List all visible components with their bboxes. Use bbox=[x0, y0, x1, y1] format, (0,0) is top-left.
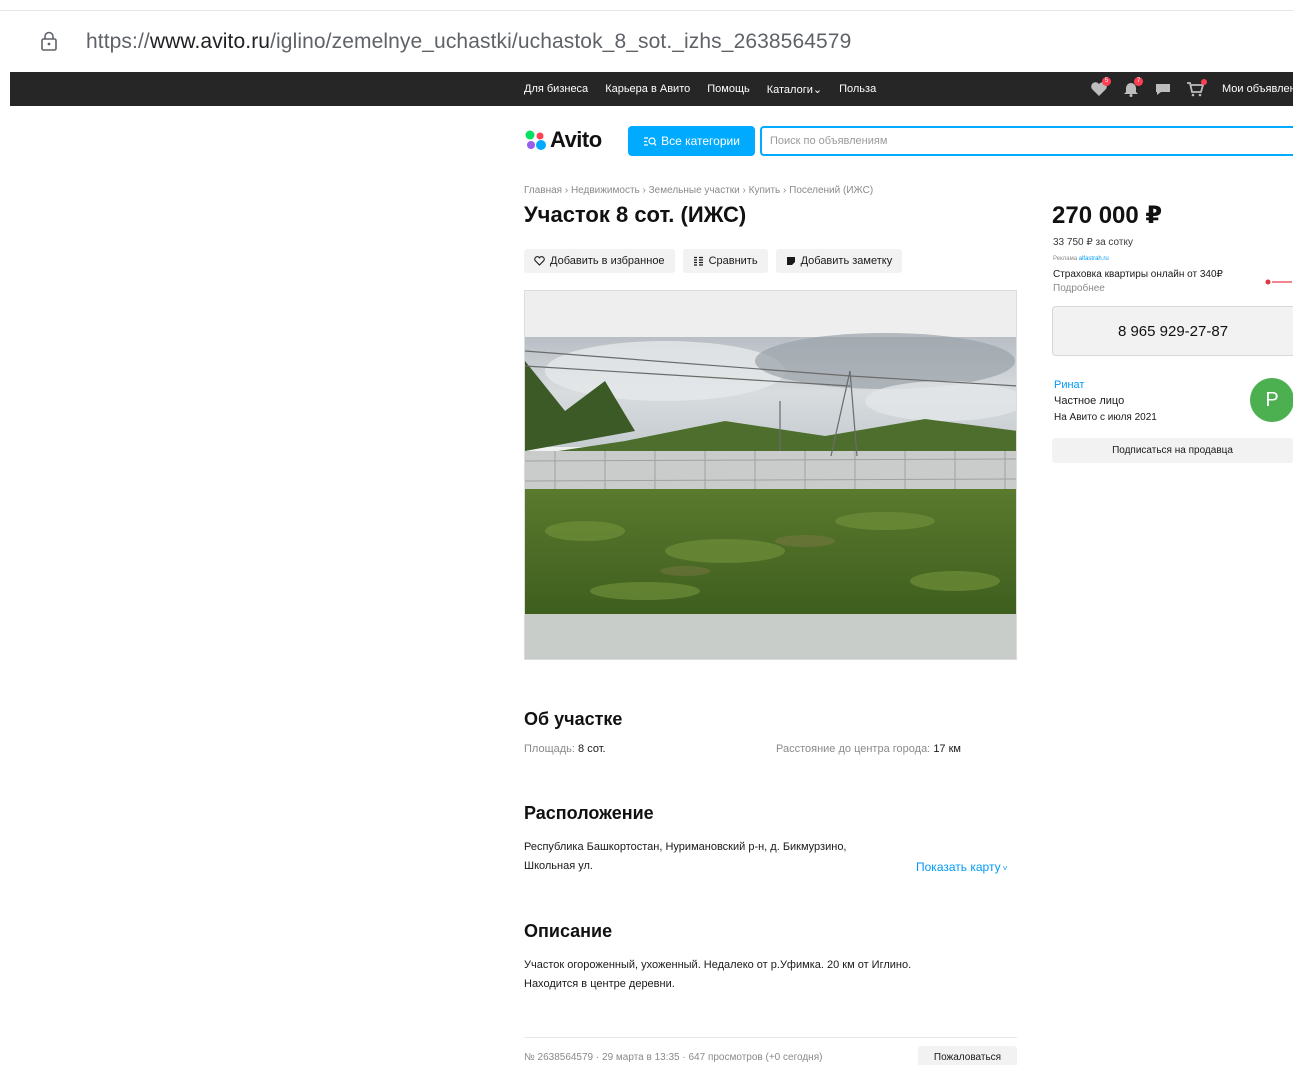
listing-actions: Добавить в избранное Сравнить Добавить з… bbox=[524, 249, 903, 273]
search-input[interactable]: Поиск по объявлениям bbox=[760, 126, 1293, 156]
show-phone-button[interactable]: 8 965 929-27-87 bbox=[1052, 306, 1293, 356]
address-text: Республика Башкортостан, Нуримановский р… bbox=[524, 841, 847, 872]
description-heading: Описание bbox=[524, 921, 613, 941]
categories-search-icon bbox=[644, 136, 657, 146]
seller-name-link[interactable]: Ринат bbox=[1054, 379, 1084, 391]
logo-text: Avito bbox=[550, 127, 602, 152]
nav-link-catalogs[interactable]: Каталоги⌄ bbox=[767, 83, 822, 96]
notifications-badge: 7 bbox=[1134, 77, 1143, 86]
land-plot-image bbox=[525, 291, 1016, 659]
nav-link-career[interactable]: Карьера в Авито bbox=[605, 83, 690, 95]
favorites-badge: 5 bbox=[1102, 77, 1111, 86]
url-text[interactable]: https://www.avito.ru/iglino/zemelnye_uch… bbox=[86, 30, 851, 54]
listing-meta: № 2638564579 · 29 марта в 13:35 · 647 пр… bbox=[524, 1052, 823, 1063]
area-param: Площадь: 8 сот. bbox=[524, 743, 606, 755]
add-to-favorites-button[interactable]: Добавить в избранное bbox=[524, 249, 675, 273]
heart-icon bbox=[534, 256, 545, 266]
listing-photo[interactable] bbox=[524, 290, 1017, 660]
chevron-down-icon: ⌄ bbox=[812, 83, 823, 96]
chevron-down-icon: ˅ bbox=[1000, 864, 1008, 873]
top-navigation: Для бизнеса Карьера в Авито Помощь Катал… bbox=[10, 72, 1293, 106]
location-heading: Расположение bbox=[524, 803, 654, 823]
description-text: Участок огороженный, ухоженный. Недалеко… bbox=[524, 959, 912, 990]
show-map-link[interactable]: Показать карту ˅ bbox=[916, 858, 1007, 878]
nav-link-business[interactable]: Для бизнеса bbox=[524, 83, 588, 95]
add-note-button[interactable]: Добавить заметку bbox=[775, 249, 903, 273]
seller-since: На Авито с июля 2021 bbox=[1054, 412, 1157, 423]
page-title: Участок 8 сот. (ИЖС) bbox=[524, 202, 747, 227]
subscribe-seller-button[interactable]: Подписаться на продавца bbox=[1052, 438, 1293, 463]
ad-more-link[interactable]: Подробнее bbox=[1053, 283, 1105, 294]
favorites-icon[interactable]: 5 bbox=[1090, 77, 1111, 97]
avito-logo[interactable]: Avito bbox=[523, 126, 602, 154]
avito-logo-icon bbox=[525, 130, 546, 150]
note-icon bbox=[786, 257, 795, 265]
ad-domain-link[interactable]: alfastrah.ru bbox=[1079, 256, 1109, 262]
my-ads-link[interactable]: Мои объявления bbox=[1222, 83, 1293, 95]
footer-divider bbox=[524, 1037, 1017, 1038]
compare-button[interactable]: Сравнить bbox=[682, 249, 768, 273]
alfastrah-logo bbox=[1265, 279, 1292, 285]
avatar[interactable]: Р bbox=[1250, 378, 1293, 422]
report-button[interactable]: Пожаловаться bbox=[918, 1046, 1017, 1065]
compare-icon bbox=[693, 256, 703, 266]
breadcrumb[interactable]: Главная › Недвижимость › Земельные участ… bbox=[524, 185, 873, 196]
lock-icon[interactable] bbox=[40, 31, 58, 51]
seller-type: Частное лицо bbox=[1054, 395, 1125, 407]
nav-link-help[interactable]: Помощь bbox=[707, 83, 750, 95]
price-per-unit: 33 750 ₽ за сотку bbox=[1053, 237, 1133, 248]
cart-icon[interactable] bbox=[1186, 79, 1207, 97]
notifications-icon[interactable]: 7 bbox=[1122, 77, 1143, 97]
browser-divider bbox=[0, 10, 1293, 11]
nav-link-benefit[interactable]: Польза bbox=[839, 83, 876, 95]
distance-param: Расстояние до центра города: 17 км bbox=[776, 743, 961, 755]
price: 270 000 ₽ bbox=[1052, 202, 1163, 229]
messages-icon[interactable] bbox=[1154, 81, 1172, 97]
cart-badge bbox=[1201, 79, 1207, 85]
about-heading: Об участке bbox=[524, 709, 623, 729]
browser-address-bar: https://www.avito.ru/iglino/zemelnye_uch… bbox=[0, 0, 1293, 72]
all-categories-button[interactable]: Все категории bbox=[628, 126, 755, 156]
ad-label: Реклама alfastrah.ru bbox=[1053, 256, 1109, 262]
ad-text[interactable]: Страховка квартиры онлайн от 340₽ bbox=[1053, 269, 1223, 280]
